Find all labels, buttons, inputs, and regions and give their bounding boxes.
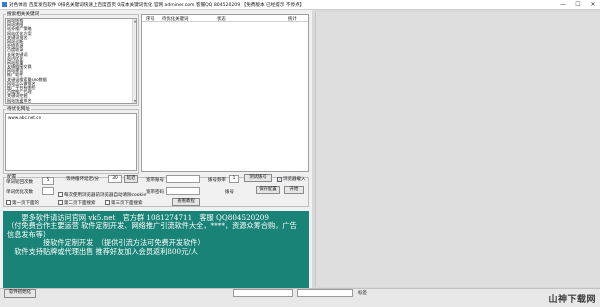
single-rounds-label: 单词轮回次数 <box>6 180 33 185</box>
keywords-group-title: 搜索相关关键词 <box>6 11 41 17</box>
keyword-list: 网站结构 网站地图 站外推广策略 网站优化方案 关键词排名 网站诊断 外链资源 百度收录 长尾关… <box>6 19 136 103</box>
checkbox-icon <box>58 192 63 197</box>
test-dial-button[interactable]: 测试拨号 <box>244 174 272 182</box>
browser-load-checkbox[interactable]: ✓ 浏览器载入 <box>277 176 306 182</box>
minimize-button[interactable]: — <box>556 0 570 10</box>
dial-freq-input[interactable]: 1 <box>229 175 239 183</box>
checkbox-icon <box>6 200 11 205</box>
title-bar: 对色体验 百度发包软件 0排名关键词快速上百度首页 0成本关键词优化 官网 ad… <box>0 0 600 10</box>
keywords-listbox[interactable]: 网站结构 网站地图 站外推广策略 网站优化方案 关键词排名 网站诊断 外链资源 百度收录 长尾关… <box>5 18 137 104</box>
window-title: 对色体验 百度发包软件 0排名关键词快速上百度首页 0成本关键词优化 官网 ad… <box>9 3 305 8</box>
info-line: 软件支持贴牌或代理出售 推荐好友加入会员返利800元/人 <box>7 246 198 256</box>
wait-delay-label: 等待循环延迟/分 <box>66 177 100 182</box>
col-status-header[interactable]: 状态 <box>217 16 226 22</box>
status-bar: 软件初始化 标签 山神下载网 <box>0 288 600 307</box>
checkbox-checked-icon: ✓ <box>277 177 282 182</box>
target-url-title: 待优化网址 <box>6 106 31 112</box>
single-rounds-input[interactable]: 5 <box>42 177 54 185</box>
wait-delay-unit[interactable]: 延迟 <box>124 175 138 183</box>
password-label: 宽带密码 <box>146 190 164 195</box>
save-config-button[interactable]: 保存配置 <box>256 186 280 194</box>
dial-label: 拨号 <box>225 190 234 195</box>
baidu-account-input[interactable] <box>166 175 200 183</box>
init-button[interactable]: 软件初始化 <box>4 289 36 298</box>
page2-label: 第二页下面搜索 <box>64 201 96 206</box>
cookie-clear-label: 每次使用浏览器前浏览器自动清除cookie <box>64 193 147 198</box>
scroll-up-icon[interactable]: ▲ <box>133 19 136 23</box>
status-field-2[interactable] <box>297 289 353 297</box>
info-panel: 更多软件请访问官网 vk5.net 官方群 1081274711 客服 QQ80… <box>3 211 309 293</box>
target-url-textarea[interactable]: www.abc.net.cn <box>5 113 137 171</box>
password-input[interactable] <box>166 187 200 195</box>
app-icon <box>2 2 7 7</box>
checkbox-icon <box>105 200 110 205</box>
single-opt-label: 单词优化次数 <box>6 190 33 195</box>
right-pane <box>315 12 600 287</box>
page1-checkbox[interactable]: 第一页下面的 <box>6 200 39 206</box>
maximize-button[interactable]: ☐ <box>571 0 585 10</box>
dial-freq-label: 拨号频率 <box>208 178 226 183</box>
watermark-logo: 山神下载网 <box>548 295 596 305</box>
browser-load-label: 浏览器载入 <box>283 177 306 182</box>
page3-checkbox[interactable]: 第三页下面搜索 <box>105 200 143 206</box>
single-opt-input[interactable] <box>42 187 54 195</box>
main-panel: 搜索相关关键词 网站结构 网站地图 站外推广策略 网站优化方案 关键词排名 网站诊断 外链资… <box>0 10 312 293</box>
keyword-item[interactable]: 网站运营 <box>6 102 136 103</box>
results-grid[interactable]: 序号 待优化关键词 状态 统计 <box>141 14 309 172</box>
col-index-header[interactable]: 序号 <box>146 16 155 22</box>
target-url-value: www.abc.net.cn <box>8 115 42 120</box>
scroll-down-icon[interactable]: ▼ <box>133 99 136 103</box>
checkbox-icon <box>58 200 63 205</box>
start-button[interactable]: 开始 <box>284 186 304 194</box>
status-label: 标签 <box>358 291 367 296</box>
baidu-account-label: 宽带账号 <box>146 178 164 183</box>
info-line: （付免费合作主要运营 软件定制开发、网络推广引流软件大全，****，资源众筹合购… <box>7 221 297 231</box>
page3-label: 第三页下面搜索 <box>111 201 143 206</box>
close-button[interactable]: ✕ <box>586 0 600 10</box>
results-grid-header: 序号 待优化关键词 状态 统计 <box>142 15 308 22</box>
keywords-scrollbar[interactable]: ▲ ▼ <box>132 19 136 103</box>
page1-label: 第一页下面的 <box>12 201 39 206</box>
status-field-1[interactable] <box>233 289 293 297</box>
wait-delay-input[interactable]: 30 <box>108 175 122 183</box>
page2-checkbox[interactable]: 第二页下面搜索 <box>58 200 96 206</box>
col-keyword-header[interactable]: 待优化关键词 <box>162 16 188 22</box>
tutorial-button[interactable]: 查看教程 <box>172 198 200 206</box>
col-stats-header[interactable]: 统计 <box>288 16 297 22</box>
cookie-clear-checkbox[interactable]: 每次使用浏览器前浏览器自动清除cookie <box>58 192 146 198</box>
